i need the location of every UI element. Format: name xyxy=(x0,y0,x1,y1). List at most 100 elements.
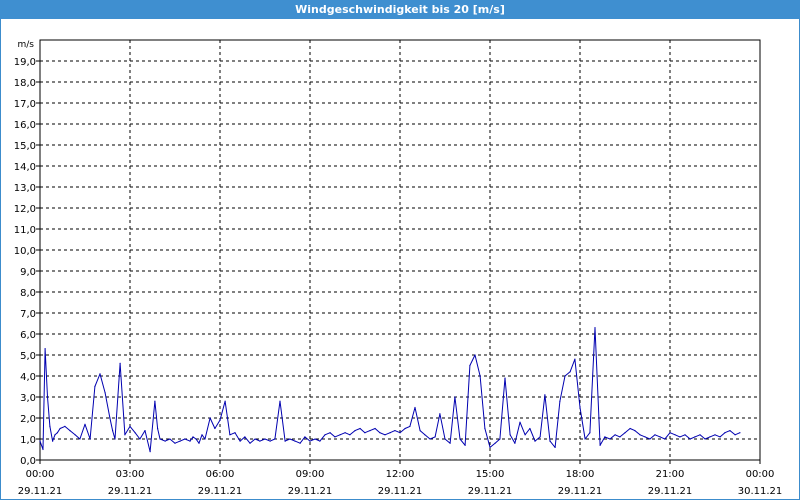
data-point xyxy=(539,436,541,438)
data-point xyxy=(474,354,476,356)
data-point xyxy=(399,432,401,434)
data-point xyxy=(44,348,46,350)
data-point xyxy=(364,432,366,434)
data-point xyxy=(112,430,114,432)
data-point xyxy=(369,430,371,432)
data-point xyxy=(549,440,551,442)
y-tick-label: 5,0 xyxy=(20,351,36,362)
data-point xyxy=(139,438,141,440)
data-point xyxy=(244,436,246,438)
x-tick-time-label: 18:00 xyxy=(566,469,595,480)
data-point xyxy=(499,438,501,440)
data-point xyxy=(42,448,44,451)
data-point xyxy=(554,446,556,448)
data-point xyxy=(349,434,351,436)
data-point xyxy=(604,436,606,438)
data-point xyxy=(224,400,226,402)
x-tick-time-label: 12:00 xyxy=(386,469,415,480)
data-point xyxy=(519,421,521,423)
data-point xyxy=(144,430,146,432)
y-tick-label: 1,0 xyxy=(20,435,36,446)
y-tick-label: 15,0 xyxy=(14,141,36,152)
y-tick-label: 9,0 xyxy=(20,267,36,278)
data-point xyxy=(414,406,416,409)
y-tick-label: 4,0 xyxy=(20,372,36,383)
data-point xyxy=(564,375,566,377)
data-point xyxy=(56,432,59,434)
x-tick-date-label: 29.11.21 xyxy=(468,486,513,497)
data-point xyxy=(449,442,451,444)
data-point xyxy=(204,438,206,440)
x-tick-time-label: 03:00 xyxy=(116,469,145,480)
y-tick-label: 17,0 xyxy=(14,99,36,110)
data-point xyxy=(579,406,581,409)
data-point xyxy=(509,434,511,436)
data-point xyxy=(54,434,56,436)
data-point xyxy=(629,427,631,430)
data-point xyxy=(719,436,721,438)
data-point xyxy=(569,371,571,373)
data-point xyxy=(69,430,71,432)
x-tick-date-label: 29.11.21 xyxy=(558,486,603,497)
data-point xyxy=(319,440,321,442)
data-point xyxy=(394,430,396,432)
y-axis-ticks: 0,0 1,0 2,0 3,0 4,0 5,0 6,0 7,0 8,0 9,0 10,0 11,0 12… xyxy=(14,57,40,467)
data-point xyxy=(729,430,731,432)
x-tick-time-label: 09:00 xyxy=(296,469,325,480)
data-point xyxy=(469,364,471,367)
data-point xyxy=(192,436,194,438)
y-tick-label: 3,0 xyxy=(20,393,36,404)
data-point xyxy=(739,432,741,434)
data-point xyxy=(49,425,51,427)
data-point xyxy=(119,362,121,364)
x-tick-date-label: 29.11.21 xyxy=(648,486,693,497)
data-point xyxy=(159,438,161,440)
data-point xyxy=(214,427,216,430)
x-tick-time-label: 15:00 xyxy=(476,469,505,480)
data-point xyxy=(464,444,466,446)
data-point xyxy=(589,432,591,434)
x-tick-date-label: 30.11.21 xyxy=(738,486,783,497)
y-tick-label: 2,0 xyxy=(20,414,36,425)
data-point xyxy=(704,438,706,440)
data-point xyxy=(374,427,376,430)
data-point xyxy=(249,442,251,444)
data-point xyxy=(114,438,116,440)
data-point xyxy=(39,440,41,442)
wind-speed-chart: 0,0 1,0 2,0 3,0 4,0 5,0 6,0 7,0 8,0 9,0 10,0 11,0 12… xyxy=(14,39,783,497)
data-point xyxy=(514,442,516,444)
data-point xyxy=(109,417,111,419)
data-point xyxy=(79,438,81,440)
data-point xyxy=(384,434,386,436)
data-point xyxy=(544,394,546,396)
data-point xyxy=(274,438,276,440)
data-point xyxy=(134,432,136,434)
x-tick-date-label: 29.11.21 xyxy=(198,486,243,497)
data-point xyxy=(64,425,66,427)
data-point xyxy=(284,440,286,442)
data-point xyxy=(174,442,176,444)
data-point xyxy=(154,400,156,402)
data-point xyxy=(209,417,211,419)
data-point xyxy=(309,440,311,442)
data-point xyxy=(504,377,506,379)
data-point xyxy=(84,423,86,425)
x-tick-time-label: 21:00 xyxy=(656,469,685,480)
data-point xyxy=(724,432,726,434)
x-tick-date-label: 29.11.21 xyxy=(378,486,423,497)
data-point xyxy=(409,425,411,427)
data-point xyxy=(609,438,611,440)
data-point xyxy=(644,436,646,438)
data-point xyxy=(429,438,431,440)
data-point xyxy=(654,434,656,436)
data-point xyxy=(639,434,641,436)
data-point xyxy=(289,438,291,440)
y-tick-label: 18,0 xyxy=(14,78,36,89)
data-point xyxy=(459,438,461,440)
data-point xyxy=(269,440,271,442)
data-point xyxy=(479,375,481,377)
data-point xyxy=(59,427,61,430)
data-point xyxy=(344,432,346,434)
data-point xyxy=(89,438,91,440)
data-point xyxy=(149,451,151,453)
